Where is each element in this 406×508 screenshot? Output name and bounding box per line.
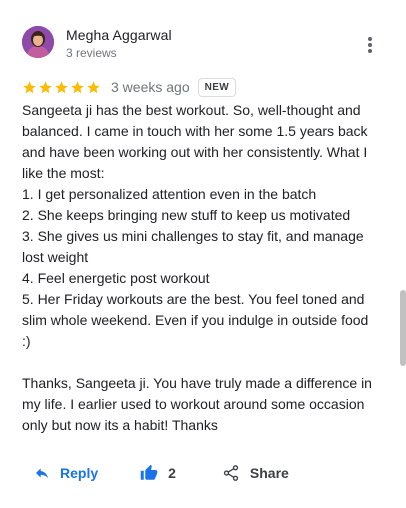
author-review-count[interactable]: 3 reviews: [66, 46, 117, 60]
star-icon: [87, 80, 100, 93]
reply-button[interactable]: Reply: [34, 465, 98, 481]
rating-row: 3 weeks ago NEW: [22, 77, 237, 97]
star-rating: [22, 80, 101, 95]
share-button[interactable]: Share: [222, 464, 289, 482]
review-text: Sangeeta ji has the best workout. So, we…: [22, 102, 372, 433]
star-icon: [71, 80, 84, 93]
new-badge: NEW: [197, 77, 237, 97]
reply-icon: [36, 468, 48, 479]
review-card: Megha Aggarwal 3 reviews 3 weeks ago NEW…: [0, 0, 406, 508]
author-name[interactable]: Megha Aggarwal: [66, 27, 172, 43]
review-date: 3 weeks ago: [111, 79, 190, 95]
more-options-icon[interactable]: [362, 34, 378, 56]
review-actions: Reply 2 Share: [34, 462, 289, 484]
share-label: Share: [249, 465, 289, 481]
author-avatar[interactable]: [22, 26, 54, 58]
like-button[interactable]: 2: [140, 464, 176, 482]
star-icon: [23, 80, 36, 93]
reply-label: Reply: [60, 465, 99, 481]
review-header: Megha Aggarwal 3 reviews: [22, 26, 392, 62]
thumbs-up-icon: [140, 464, 158, 480]
scrollbar[interactable]: [400, 290, 406, 366]
share-icon: [223, 465, 239, 481]
star-icon: [55, 80, 68, 93]
star-icon: [39, 80, 52, 93]
like-count: 2: [168, 465, 176, 481]
